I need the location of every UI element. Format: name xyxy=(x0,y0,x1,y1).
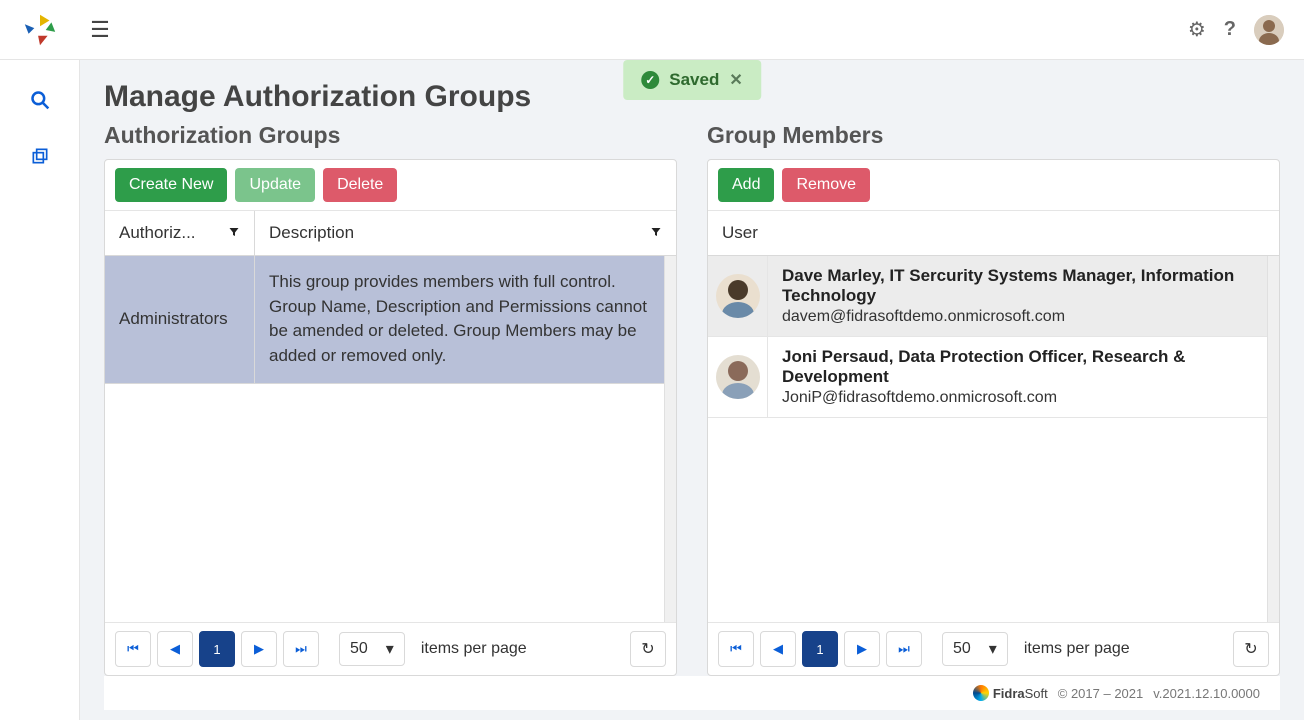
member-name: Joni Persaud, Data Protection Officer, R… xyxy=(782,347,1253,387)
groups-toolbar: Create New Update Delete xyxy=(105,160,676,211)
check-circle-icon: ✓ xyxy=(641,71,659,89)
chevron-down-icon: ▾ xyxy=(386,639,394,659)
table-row[interactable]: Administrators This group provides membe… xyxy=(105,256,664,384)
app-logo xyxy=(0,11,80,49)
hamburger-icon[interactable]: ☰ xyxy=(80,17,120,43)
pager-size-select[interactable]: 50 ▾ xyxy=(339,632,405,666)
panel-title-groups: Authorization Groups xyxy=(104,122,677,149)
members-toolbar: Add Remove xyxy=(708,160,1279,211)
member-row[interactable]: Dave Marley, IT Sercurity Systems Manage… xyxy=(708,256,1267,337)
panel-group-members: Group Members Add Remove User xyxy=(707,120,1280,676)
filter-icon[interactable] xyxy=(228,226,240,241)
member-avatar xyxy=(708,256,768,336)
add-button[interactable]: Add xyxy=(718,168,774,202)
toast-saved: ✓ Saved ✕ xyxy=(623,60,761,100)
topbar: ☰ ⚙ ? xyxy=(0,0,1304,60)
help-icon[interactable]: ? xyxy=(1224,18,1236,41)
pager-last-icon[interactable]: ⏭ xyxy=(283,631,319,667)
pager-prev-icon[interactable]: ◀ xyxy=(157,631,193,667)
cell-group-desc: This group provides members with full co… xyxy=(255,256,664,383)
gear-icon[interactable]: ⚙ xyxy=(1188,17,1206,42)
pager-first-icon[interactable]: ⏮ xyxy=(115,631,151,667)
copy-icon[interactable] xyxy=(30,146,50,172)
members-pager: ⏮ ◀ 1 ▶ ⏭ 50 ▾ items per page ↻ xyxy=(708,622,1279,675)
groups-grid-body: Administrators This group provides membe… xyxy=(105,256,664,622)
members-col-header[interactable]: User xyxy=(708,211,1279,256)
sidebar xyxy=(0,60,80,720)
footer-brand: FidraSoft xyxy=(973,685,1048,701)
pager-next-icon[interactable]: ▶ xyxy=(241,631,277,667)
toast-close-icon[interactable]: ✕ xyxy=(729,70,742,90)
pager-first-icon[interactable]: ⏮ xyxy=(718,631,754,667)
member-name: Dave Marley, IT Sercurity Systems Manage… xyxy=(782,266,1253,306)
member-email: davem@fidrasoftdemo.onmicrosoft.com xyxy=(782,308,1253,326)
members-grid-body: Dave Marley, IT Sercurity Systems Manage… xyxy=(708,256,1267,622)
panel-title-members: Group Members xyxy=(707,122,1280,149)
toast-label: Saved xyxy=(669,70,719,90)
filter-icon[interactable] xyxy=(650,226,662,241)
pager-next-icon[interactable]: ▶ xyxy=(844,631,880,667)
refresh-icon[interactable]: ↻ xyxy=(1233,631,1269,667)
pager-label: items per page xyxy=(1024,640,1130,658)
pager-page[interactable]: 1 xyxy=(199,631,235,667)
panel-auth-groups: Authorization Groups Create New Update D… xyxy=(104,120,677,676)
groups-grid-header: Authoriz... Description xyxy=(105,211,676,256)
footer: FidraSoft © 2017 – 2021 v.2021.12.10.000… xyxy=(104,676,1280,710)
cell-group-name: Administrators xyxy=(105,256,255,383)
update-button[interactable]: Update xyxy=(235,168,315,202)
groups-pager: ⏮ ◀ 1 ▶ ⏭ 50 ▾ items per page ↻ xyxy=(105,622,676,675)
main-content: ✓ Saved ✕ Manage Authorization Groups Au… xyxy=(80,60,1304,720)
create-new-button[interactable]: Create New xyxy=(115,168,227,202)
remove-button[interactable]: Remove xyxy=(782,168,870,202)
scrollbar[interactable] xyxy=(664,256,676,622)
col-header-desc[interactable]: Description xyxy=(255,211,676,255)
user-avatar[interactable] xyxy=(1254,15,1284,45)
delete-button[interactable]: Delete xyxy=(323,168,397,202)
pager-prev-icon[interactable]: ◀ xyxy=(760,631,796,667)
col-header-auth[interactable]: Authoriz... xyxy=(105,211,255,255)
search-icon[interactable] xyxy=(30,90,50,116)
pager-page[interactable]: 1 xyxy=(802,631,838,667)
scrollbar[interactable] xyxy=(1267,256,1279,622)
chevron-down-icon: ▾ xyxy=(989,639,997,659)
pager-size-select[interactable]: 50 ▾ xyxy=(942,632,1008,666)
brand-orb-icon xyxy=(973,685,989,701)
pager-label: items per page xyxy=(421,640,527,658)
member-email: JoniP@fidrasoftdemo.onmicrosoft.com xyxy=(782,389,1253,407)
footer-copyright: © 2017 – 2021 xyxy=(1058,686,1143,701)
refresh-icon[interactable]: ↻ xyxy=(630,631,666,667)
footer-version: v.2021.12.10.0000 xyxy=(1153,686,1260,701)
member-row[interactable]: Joni Persaud, Data Protection Officer, R… xyxy=(708,337,1267,418)
pager-last-icon[interactable]: ⏭ xyxy=(886,631,922,667)
member-avatar xyxy=(708,337,768,417)
